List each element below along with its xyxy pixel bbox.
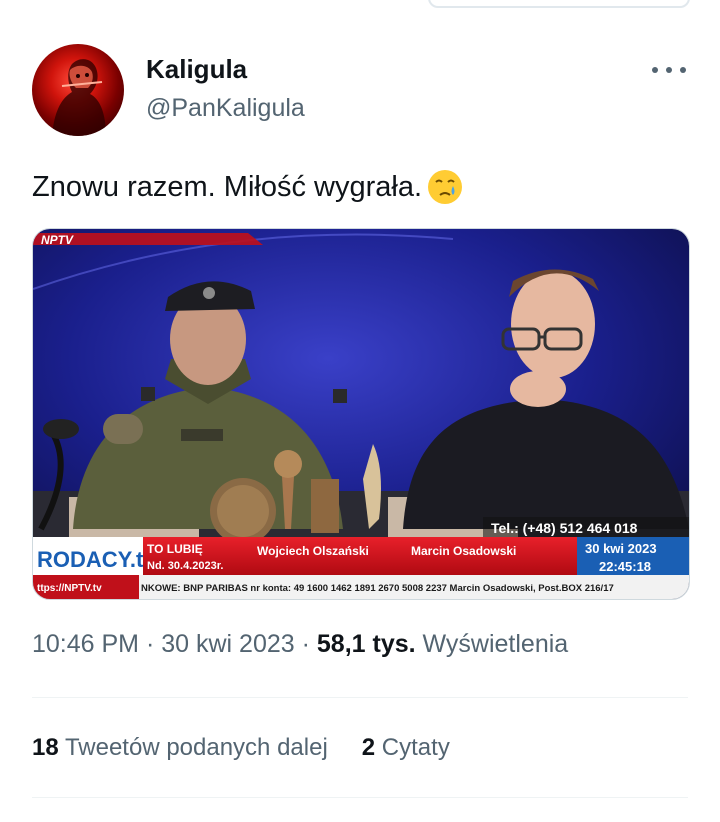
channel-logo: NPTV	[41, 233, 74, 247]
views-count: 58,1 tys.	[316, 630, 416, 658]
tweet-media-image[interactable]: NPTV Tel.: (+48) 512 464 018 RODACY.tv T…	[32, 228, 690, 600]
program-date: Nd. 30.4.2023r.	[147, 560, 223, 572]
ticker-url: ttps://NPTV.tv	[37, 583, 102, 594]
retweets-count: 18	[32, 734, 59, 761]
retweets-stat[interactable]: 18 Tweetów podanych dalej	[32, 734, 328, 762]
phone-number: Tel.: (+48) 512 464 018	[491, 520, 638, 536]
tweet-text: Znowu razem. Miłość wygrała.	[32, 168, 464, 206]
separator: ·	[139, 630, 162, 658]
dot	[680, 67, 686, 73]
ticker-text: NKOWE: BNP PARIBAS nr konta: 49 1600 146…	[141, 583, 614, 594]
brand-logo: RODACY.tv	[37, 547, 156, 572]
tweet-date[interactable]: 30 kwi 2023	[161, 630, 294, 658]
views-label: Wyświetlenia	[415, 630, 569, 658]
more-options-icon[interactable]	[652, 58, 686, 82]
avatar-image	[52, 59, 106, 136]
avatar[interactable]	[32, 44, 124, 136]
user-handle[interactable]: @PanKaligula	[146, 94, 305, 123]
retweets-label: Tweetów podanych dalej	[58, 734, 328, 761]
broadcast-date: 30 kwi 2023	[585, 541, 657, 556]
separator: ·	[294, 630, 317, 658]
display-name[interactable]: Kaligula	[146, 54, 247, 85]
tweet-header: Kaligula @PanKaligula	[32, 44, 688, 140]
program-title: TO LUBIĘ	[147, 542, 203, 556]
guest-name: Marcin Osadowski	[411, 544, 516, 558]
quotes-stat[interactable]: 2 Cytaty	[362, 734, 450, 762]
top-search-pill[interactable]	[428, 0, 690, 8]
tweet-text-content: Znowu razem. Miłość wygrała.	[32, 170, 422, 203]
dot	[666, 67, 672, 73]
broadcast-time: 22:45:18	[599, 559, 651, 574]
tweet-stats: 18 Tweetów podanych dalej 2 Cytaty	[32, 734, 450, 762]
quotes-count: 2	[361, 734, 376, 761]
tv-broadcast-still: NPTV Tel.: (+48) 512 464 018 RODACY.tv T…	[33, 229, 689, 599]
tweet-time[interactable]: 10:46 PM	[32, 630, 139, 658]
guest-name: Wojciech Olszański	[257, 544, 369, 558]
dot	[652, 67, 658, 73]
divider	[32, 797, 688, 798]
tweet-meta: 10:46 PM · 30 kwi 2023 · 58,1 tys. Wyświ…	[32, 630, 568, 659]
quotes-label: Cytaty	[375, 734, 450, 761]
divider	[32, 697, 688, 698]
crying-face-emoji	[426, 168, 464, 206]
